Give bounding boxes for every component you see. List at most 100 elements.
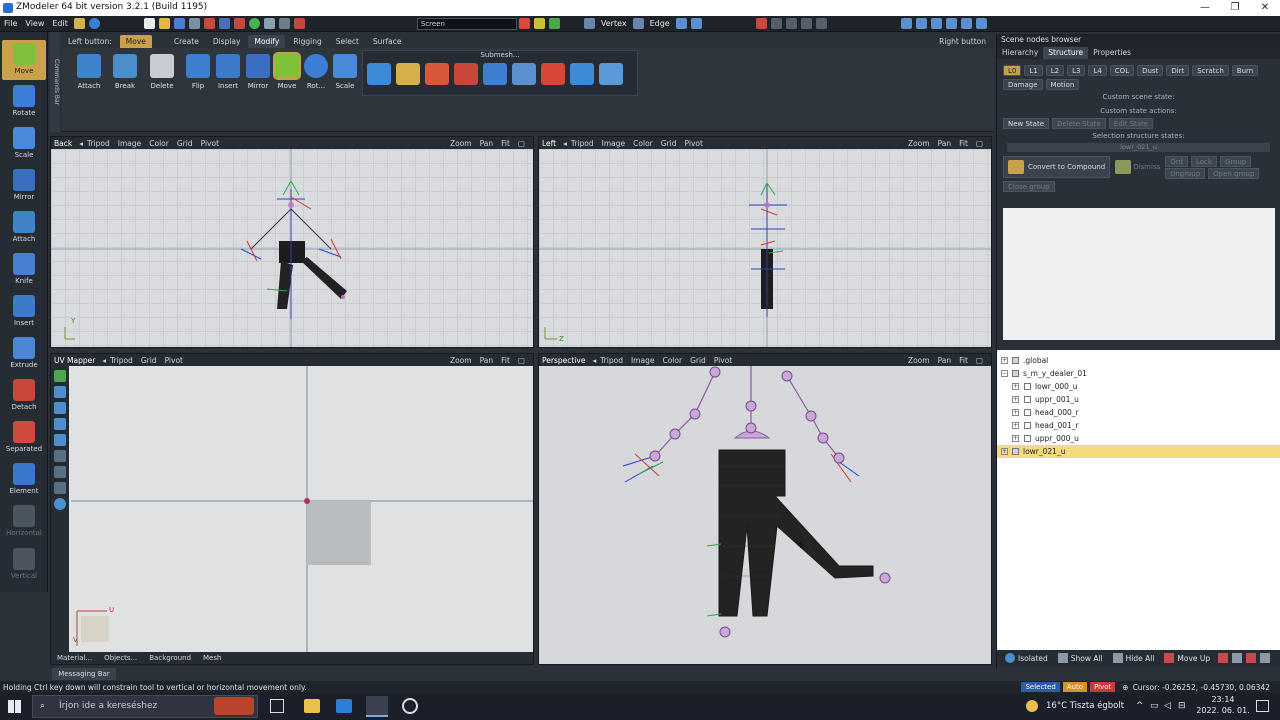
edge-mode[interactable]: Edge xyxy=(646,16,674,32)
close-group-button[interactable]: Close group xyxy=(1003,181,1055,192)
vertex-mode[interactable]: Vertex xyxy=(597,16,631,32)
maximize-viewport-icon[interactable]: ▢ xyxy=(514,139,529,148)
chip-l2[interactable]: L2 xyxy=(1045,65,1065,76)
lock-button[interactable]: Lock xyxy=(1190,155,1217,167)
obs-icon[interactable] xyxy=(402,698,418,714)
move-down-icon[interactable] xyxy=(1218,653,1229,663)
motion-dropdown[interactable]: Motion xyxy=(1045,79,1080,90)
selected-node-field[interactable]: lowr_021_u xyxy=(1007,143,1270,152)
grid-toggle[interactable]: Grid xyxy=(173,139,197,148)
image-toggle[interactable]: Image xyxy=(114,139,146,148)
light-icon[interactable] xyxy=(960,18,972,29)
help-icon[interactable] xyxy=(88,18,100,29)
split-icon[interactable] xyxy=(425,63,449,85)
render-icon[interactable] xyxy=(975,18,987,29)
maximize-button[interactable]: ❐ xyxy=(1220,0,1250,16)
viewport-name[interactable]: Back xyxy=(51,139,75,148)
show-all-button[interactable]: Show All xyxy=(1071,654,1103,663)
view-quad-icon[interactable] xyxy=(930,18,942,29)
maximize-viewport-icon[interactable]: ▢ xyxy=(972,139,987,148)
clock-date[interactable]: 2022. 06. 01. xyxy=(1196,706,1250,715)
tool-detach[interactable]: Detach xyxy=(2,376,46,416)
undo-icon[interactable] xyxy=(233,18,245,29)
snap-edge-icon[interactable] xyxy=(800,18,812,29)
uv-weld-icon[interactable] xyxy=(54,450,66,462)
caret-left-icon[interactable]: ◂ xyxy=(588,356,596,365)
network-icon[interactable]: ▭ xyxy=(1150,701,1159,711)
tree-node-lowr-021[interactable]: + lowr_021_u xyxy=(997,445,1280,458)
pivot-toggle[interactable]: Pivot xyxy=(197,139,223,148)
tool-element[interactable]: Element xyxy=(2,460,46,500)
layout-icon[interactable] xyxy=(278,18,290,29)
tab-display[interactable]: Display xyxy=(207,35,247,48)
uv-canvas[interactable]: U V xyxy=(71,366,533,652)
move-button[interactable]: Move xyxy=(272,52,302,90)
brush-icon[interactable] xyxy=(396,63,420,85)
caret-left-icon[interactable]: ◂ xyxy=(98,356,106,365)
uv-rotate-icon[interactable] xyxy=(54,402,66,414)
tab-rigging[interactable]: Rigging xyxy=(287,35,327,48)
uv-mirror-icon[interactable] xyxy=(54,434,66,446)
tab-structure[interactable]: Structure xyxy=(1043,46,1089,59)
rotate-button[interactable]: Rot... xyxy=(301,54,331,90)
menu-file[interactable]: File xyxy=(0,16,21,32)
screen-combo[interactable]: Screen xyxy=(416,17,517,30)
uv-split-icon[interactable] xyxy=(54,466,66,478)
mail-icon[interactable] xyxy=(336,699,352,713)
visibility-checkbox[interactable] xyxy=(1024,383,1031,390)
tree-node-head-001[interactable]: + head_001_r xyxy=(997,419,1280,432)
tool-rotate[interactable]: Rotate xyxy=(2,82,46,122)
viewport-name[interactable]: Left xyxy=(539,139,559,148)
viewport-perspective[interactable]: Perspective ◂ Tripod Image Color Grid Pi… xyxy=(538,353,992,665)
settings-icon[interactable] xyxy=(1260,653,1271,663)
maximize-viewport-icon[interactable]: ▢ xyxy=(514,356,529,365)
language-icon[interactable]: ⊟ xyxy=(1178,701,1186,711)
visibility-checkbox[interactable] xyxy=(1024,435,1031,442)
save-as-icon[interactable] xyxy=(188,18,200,29)
face-icon[interactable] xyxy=(675,18,687,29)
tool-mirror[interactable]: Mirror xyxy=(2,166,46,206)
chip-scratch[interactable]: Scratch xyxy=(1192,65,1229,76)
tab-select[interactable]: Select xyxy=(330,35,365,48)
file-explorer-icon[interactable] xyxy=(304,699,320,713)
chip-l3[interactable]: L3 xyxy=(1067,65,1086,76)
grid-toggle[interactable]: Grid xyxy=(686,356,710,365)
expand-icon[interactable]: + xyxy=(1012,422,1019,429)
mesh-toggle[interactable]: Mesh xyxy=(197,654,227,662)
image-toggle[interactable]: Image xyxy=(627,356,659,365)
menu-edit[interactable]: Edit xyxy=(48,16,72,32)
tool-separated[interactable]: Separated xyxy=(2,418,46,458)
tree-node-dealer[interactable]: − s_m_y_dealer_01 xyxy=(997,367,1280,380)
color-toggle[interactable]: Color xyxy=(145,139,173,148)
options-icon[interactable] xyxy=(263,18,275,29)
mirror-button[interactable]: Mirror xyxy=(243,54,273,90)
uv-move-icon[interactable] xyxy=(54,386,66,398)
expand-icon[interactable]: + xyxy=(1012,409,1019,416)
viewport-canvas[interactable]: ✥ xyxy=(539,366,991,664)
tool-extrude[interactable]: Extrude xyxy=(2,334,46,374)
windows-start-icon[interactable] xyxy=(8,700,21,713)
tab-modify[interactable]: Modify xyxy=(248,34,286,48)
delete-node-icon[interactable] xyxy=(1246,653,1257,663)
triangulate-icon[interactable] xyxy=(541,63,565,85)
weather-text[interactable]: 16°C Tiszta égbolt xyxy=(1046,701,1124,711)
tool-horizontal[interactable]: Horizontal xyxy=(2,502,46,542)
save-icon[interactable] xyxy=(173,18,185,29)
hide-all-button[interactable]: Hide All xyxy=(1126,654,1155,663)
edge-icon[interactable] xyxy=(632,18,644,29)
tool-insert[interactable]: Insert xyxy=(2,292,46,332)
record-icon[interactable] xyxy=(293,18,305,29)
chip-dust[interactable]: Dust xyxy=(1137,65,1164,76)
collapse-icon[interactable]: − xyxy=(1001,370,1008,377)
caret-left-icon[interactable]: ◂ xyxy=(559,139,567,148)
import-icon[interactable] xyxy=(218,18,230,29)
edit-state-button[interactable]: Edit State xyxy=(1108,118,1154,129)
new-state-button[interactable]: New State xyxy=(1003,118,1050,129)
fit-control[interactable]: Fit xyxy=(497,356,514,365)
snap-icon[interactable] xyxy=(755,18,767,29)
visibility-checkbox[interactable] xyxy=(1024,409,1031,416)
delete-button[interactable]: Delete xyxy=(147,54,177,90)
expand-icon[interactable]: + xyxy=(1012,396,1019,403)
visibility-checkbox[interactable] xyxy=(1024,422,1031,429)
left-button-value[interactable]: Move xyxy=(119,34,152,48)
